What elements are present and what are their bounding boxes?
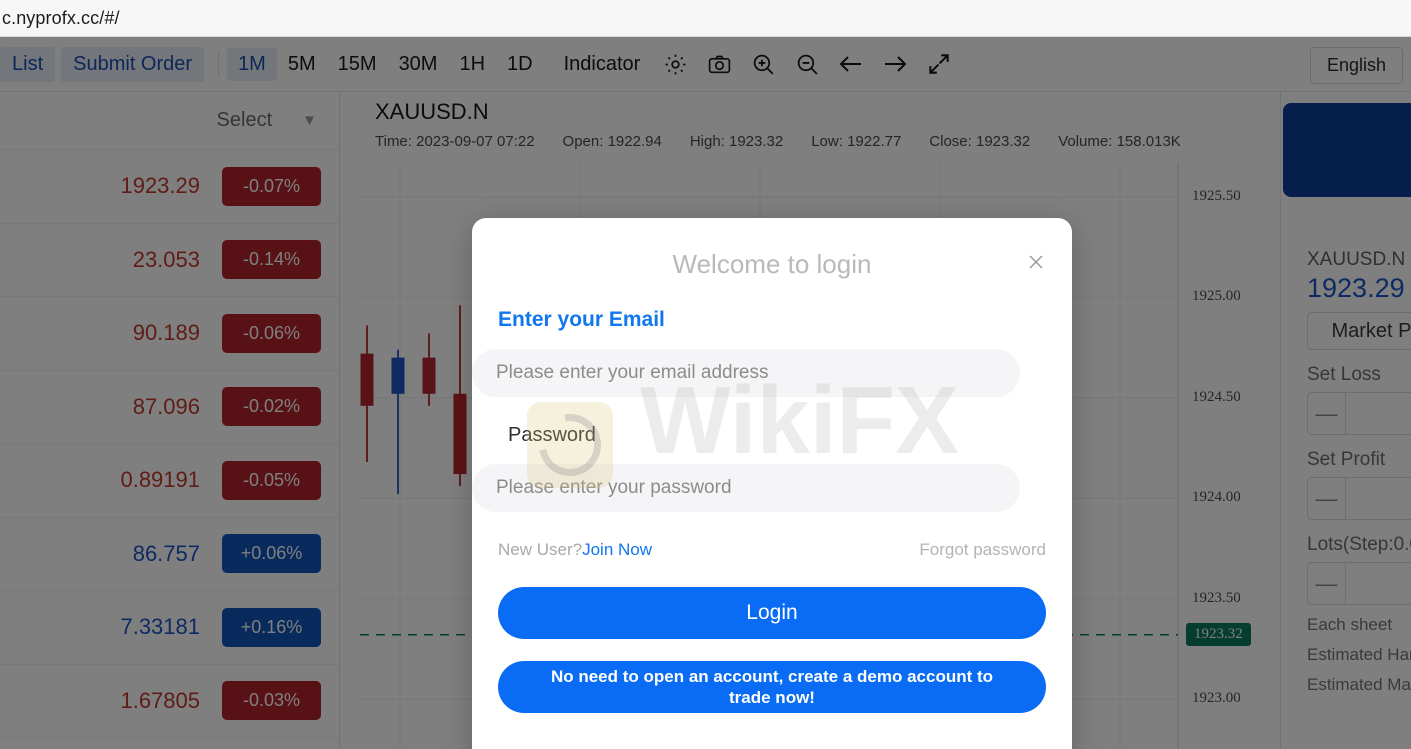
join-now-link[interactable]: Join Now [582, 540, 652, 559]
close-icon[interactable] [1024, 250, 1048, 274]
new-user-text: New User?Join Now [498, 540, 652, 560]
browser-url-bar: c.nyprofx.cc/#/ [0, 0, 1411, 37]
url-text[interactable]: c.nyprofx.cc/#/ [0, 8, 120, 29]
login-button[interactable]: Login [498, 587, 1046, 639]
new-user-label: New User? [498, 540, 583, 559]
demo-account-button[interactable]: No need to open an account, create a dem… [498, 661, 1046, 713]
password-label: Password [508, 424, 596, 446]
login-modal: Welcome to login Enter your Email Passwo… [472, 218, 1072, 749]
password-field[interactable] [472, 464, 1020, 512]
email-label: Enter your Email [498, 308, 665, 331]
web-app-root: WikiFX WikiFX WikiFX WikiFX WikiFX WikiF… [0, 37, 1411, 749]
forgot-password-link[interactable]: Forgot password [919, 540, 1046, 560]
email-field[interactable] [472, 349, 1020, 397]
modal-title: Welcome to login [672, 249, 872, 279]
modal-links-row: New User?Join Now Forgot password [498, 540, 1046, 560]
